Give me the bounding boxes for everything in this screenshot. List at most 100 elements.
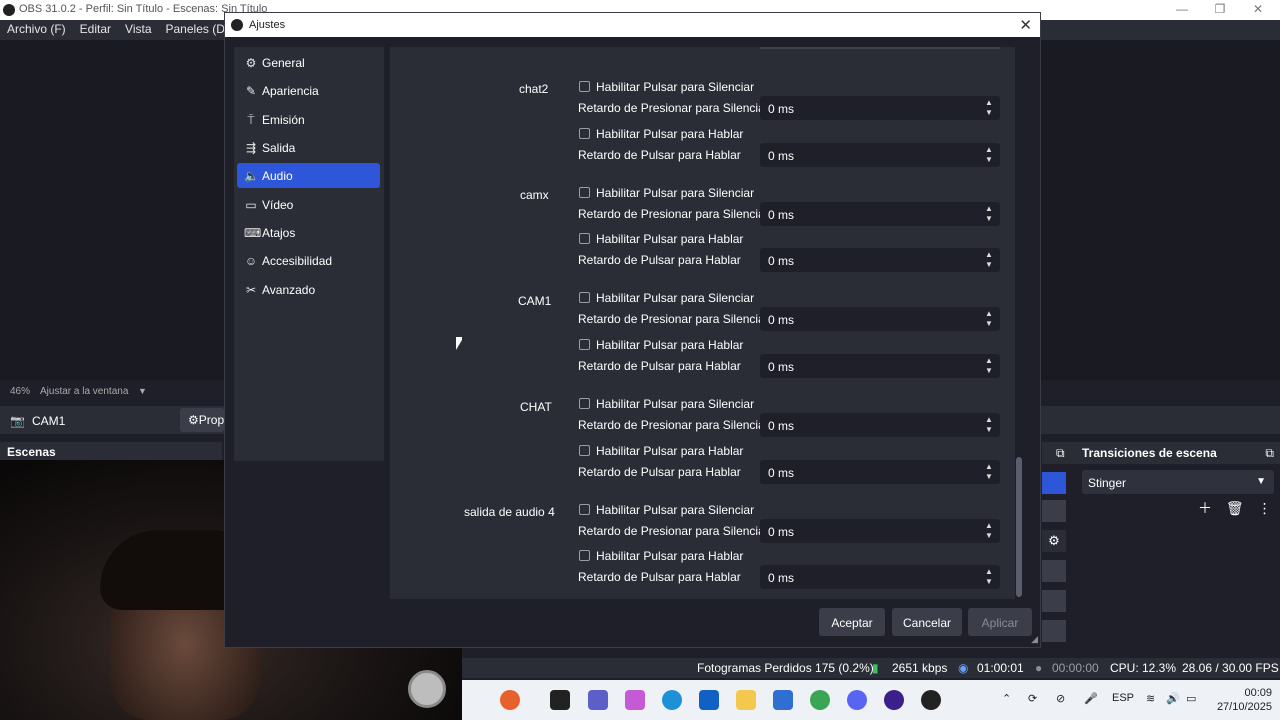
push-to-mute-delay-spinbox[interactable]: 0 ms ▲ ▼ (760, 202, 1000, 226)
nav-item-apariencia[interactable]: ✎ Apariencia (237, 78, 380, 103)
checkbox-box[interactable] (579, 81, 590, 92)
settings-gear-icon[interactable]: ⚙ (1042, 530, 1066, 552)
store-icon[interactable] (699, 690, 719, 710)
chevron-down-icon[interactable]: ▼ (984, 155, 994, 165)
source-label: camx (520, 188, 549, 202)
add-icon[interactable]: ＋ (1198, 500, 1212, 516)
vertical-scrollbar[interactable] (1015, 47, 1023, 599)
nav-item-salida[interactable]: ⇶ Salida (237, 135, 380, 160)
nav-item-accesibilidad[interactable]: ☺ Accesibilidad (237, 248, 380, 273)
zoom-mode[interactable]: Ajustar a la ventana (40, 386, 128, 397)
mic-icon[interactable]: 🎤 (1084, 692, 1098, 705)
scene-control-chip[interactable] (1042, 472, 1066, 494)
nav-item-audio[interactable]: 🔈 Audio (237, 163, 380, 188)
menu-archivo[interactable]: Archivo (F) (0, 20, 73, 40)
checkbox-box[interactable] (579, 504, 590, 515)
chrome-icon[interactable] (810, 690, 830, 710)
cancel-button[interactable]: Cancelar (892, 608, 962, 636)
scene-control-chip[interactable] (1042, 590, 1066, 612)
chevron-down-icon[interactable]: ▼ (984, 531, 994, 541)
nav-item-atajos[interactable]: ⌨ Atajos (237, 220, 380, 245)
push-to-mute-delay-spinbox[interactable]: 0 ms ▲ ▼ (760, 519, 1000, 543)
checkbox-box[interactable] (579, 445, 590, 456)
chevron-up-icon[interactable]: ▲ (984, 98, 994, 108)
scene-control-chip[interactable] (1042, 500, 1066, 522)
checkbox-box[interactable] (579, 128, 590, 139)
zoom-dropdown-icon[interactable]: ▼ (138, 386, 147, 396)
scene-control-chip[interactable] (1042, 560, 1066, 582)
app-icon[interactable] (500, 690, 520, 710)
push-to-mute-delay-spinbox[interactable]: 0 ms ▲ ▼ (760, 96, 1000, 120)
nav-item-avanzado[interactable]: ✂ Avanzado (237, 277, 380, 302)
folder-icon[interactable] (736, 690, 756, 710)
chevron-up-icon[interactable]: ▲ (984, 521, 994, 531)
chevron-up-icon[interactable]: ⌃ (1002, 692, 1011, 705)
chevron-down-icon[interactable]: ▼ (984, 366, 994, 376)
checkbox-label: Habilitar Pulsar para Silenciar (596, 397, 755, 411)
copilot-icon[interactable] (625, 690, 645, 710)
checkbox-box[interactable] (579, 550, 590, 561)
trash-icon[interactable]: 🗑 (1226, 500, 1244, 516)
word-icon[interactable] (773, 690, 793, 710)
network-off-icon[interactable]: ⊘ (1056, 692, 1065, 705)
push-to-talk-delay-spinbox[interactable]: 0 ms ▲ ▼ (760, 565, 1000, 589)
chevron-down-icon[interactable]: ▼ (984, 214, 994, 224)
chevron-up-icon[interactable]: ▲ (984, 567, 994, 577)
checkbox-box[interactable] (579, 187, 590, 198)
chevron-up-icon[interactable]: ▲ (984, 415, 994, 425)
chevron-down-icon[interactable]: ▼ (984, 108, 994, 118)
lang-indicator[interactable]: ESP (1112, 692, 1134, 704)
push-to-talk-delay-spinbox[interactable]: 0 ms ▲ ▼ (760, 460, 1000, 484)
chevron-down-icon[interactable]: ▼ (984, 425, 994, 435)
push-to-talk-delay-spinbox[interactable]: 0 ms ▲ ▼ (760, 354, 1000, 378)
teams-icon[interactable] (588, 690, 608, 710)
chevron-up-icon[interactable]: ▲ (984, 462, 994, 472)
sync-icon[interactable]: ⟳ (1028, 692, 1037, 705)
minimize-icon[interactable]: — (1172, 2, 1192, 16)
checkbox-box[interactable] (579, 292, 590, 303)
nav-item-general[interactable]: ⚙ General (237, 50, 380, 75)
chevron-up-icon[interactable]: ▲ (984, 356, 994, 366)
chevron-down-icon[interactable]: ▼ (984, 319, 994, 329)
apply-button[interactable]: Aplicar (968, 608, 1032, 636)
properties-button[interactable]: ⚙Prop (180, 408, 224, 432)
discord-icon[interactable] (847, 690, 867, 710)
transition-select[interactable]: Stinger ▼ (1082, 470, 1274, 494)
scene-control-chip[interactable] (1042, 620, 1066, 642)
chevron-up-icon[interactable]: ▲ (984, 204, 994, 214)
app-icon[interactable] (550, 690, 570, 710)
checkbox-box[interactable] (579, 339, 590, 350)
clock[interactable]: 00:09 27/10/2025 (1217, 686, 1272, 714)
chevron-up-icon[interactable]: ▲ (984, 309, 994, 319)
push-to-mute-delay-spinbox[interactable]: 0 ms ▲ ▼ (760, 413, 1000, 437)
checkbox-box[interactable] (579, 233, 590, 244)
checkbox-box[interactable] (579, 398, 590, 409)
push-to-talk-delay-spinbox[interactable]: 0 ms ▲ ▼ (760, 248, 1000, 272)
resize-grip-icon[interactable]: ◢ (1031, 634, 1038, 645)
nav-item-emision[interactable]: ⍑ Emisión (237, 107, 380, 132)
menu-editar[interactable]: Editar (73, 20, 118, 40)
close-window-icon[interactable]: ✕ (1248, 2, 1268, 16)
chevron-up-icon[interactable]: ▲ (984, 145, 994, 155)
chevron-up-icon[interactable]: ▲ (984, 250, 994, 260)
chevron-down-icon[interactable]: ▼ (984, 472, 994, 482)
edge-icon[interactable] (662, 690, 682, 710)
menu-vista[interactable]: Vista (118, 20, 158, 40)
nav-item-video[interactable]: ▭ Vídeo (237, 192, 380, 217)
obs-taskbar-icon[interactable] (921, 690, 941, 710)
close-icon[interactable]: ✕ (1019, 16, 1032, 34)
maximize-icon[interactable]: ❐ (1210, 2, 1230, 16)
chevron-down-icon[interactable]: ▼ (984, 577, 994, 587)
wifi-icon[interactable]: ≋ (1146, 692, 1155, 705)
app-icon[interactable] (884, 690, 904, 710)
accept-button[interactable]: Aceptar (819, 608, 885, 636)
chevron-down-icon[interactable]: ▼ (984, 260, 994, 270)
push-to-talk-delay-spinbox[interactable]: 0 ms ▲ ▼ (760, 143, 1000, 167)
battery-icon[interactable]: ▭ (1186, 692, 1196, 705)
volume-icon[interactable]: 🔊 (1166, 692, 1180, 705)
push-to-mute-delay-spinbox[interactable]: 0 ms ▲ ▼ (760, 307, 1000, 331)
undock-icon[interactable]: ⧉ (1056, 446, 1065, 461)
scrollbar-thumb[interactable] (1016, 457, 1022, 597)
more-vertical-icon[interactable]: ⋮ (1258, 500, 1272, 516)
undock-icon[interactable]: ⧉ (1265, 446, 1274, 461)
